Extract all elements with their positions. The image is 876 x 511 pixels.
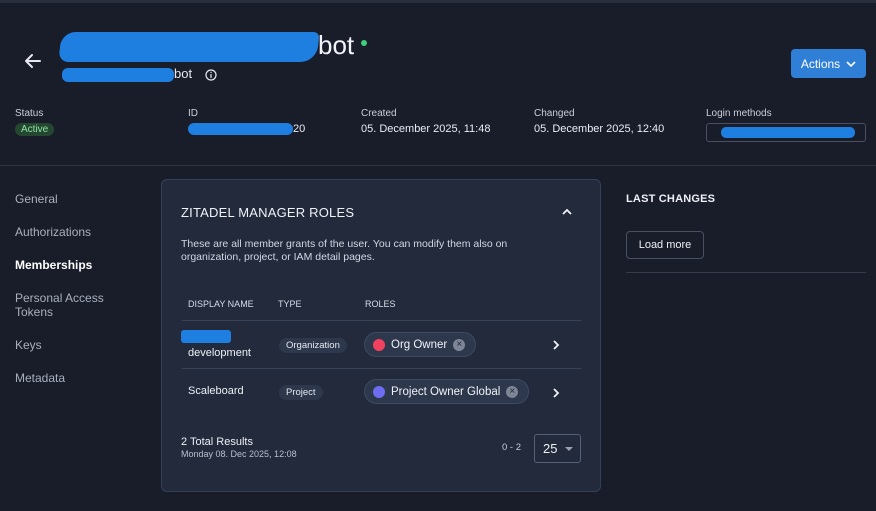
role-color-dot	[373, 338, 385, 351]
results-summary: 2 Total Results Monday 08. Dec 2025, 12:…	[181, 436, 297, 459]
row-display-name: development	[188, 347, 251, 359]
role-chip[interactable]: Project Owner Global ×	[364, 379, 529, 404]
results-timestamp: Monday 08. Dec 2025, 12:08	[181, 449, 297, 459]
role-label: Project Owner Global	[391, 385, 501, 398]
table-divider	[182, 368, 581, 369]
redacted-block	[58, 32, 320, 63]
pagination-range: 0 - 2	[502, 442, 522, 453]
chevron-down-icon	[846, 60, 856, 67]
card-description: These are all member grants of the user.…	[181, 238, 508, 263]
page-subtitle: bot	[62, 66, 192, 82]
id-label: ID	[188, 108, 198, 119]
nav-item-keys[interactable]: Keys	[15, 338, 145, 352]
role-color-dot	[373, 385, 385, 398]
title-suffix: bot	[318, 30, 355, 60]
actions-button[interactable]: Actions	[791, 49, 866, 78]
column-header-type[interactable]: TYPE	[278, 299, 302, 309]
id-suffix: 20	[293, 123, 306, 135]
header-divider	[0, 165, 876, 166]
subtitle-suffix: bot	[174, 66, 193, 81]
row-display-name: Scaleboard	[188, 385, 244, 397]
meta-login-methods: Login methods	[706, 108, 866, 142]
redacted-block	[188, 123, 293, 136]
nav-item-memberships[interactable]: Memberships	[15, 258, 145, 272]
meta-created: Created 05. December 2025, 11:48	[361, 108, 490, 135]
last-changes-divider	[626, 272, 866, 273]
nav-item-metadata[interactable]: Metadata	[15, 371, 145, 385]
page-title: bot	[58, 30, 355, 63]
chevron-right-icon[interactable]	[550, 338, 562, 352]
type-badge: Organization	[279, 338, 347, 353]
last-changes-title: LAST CHANGES	[626, 193, 716, 205]
chevron-right-icon[interactable]	[550, 386, 562, 400]
column-header-roles[interactable]: ROLES	[365, 299, 396, 309]
card-title: ZITADEL MANAGER ROLES	[181, 205, 355, 220]
changed-label: Changed	[534, 108, 575, 119]
status-badge: Active	[15, 123, 55, 136]
login-methods-field[interactable]	[706, 123, 866, 142]
role-label: Org Owner	[391, 338, 448, 351]
top-border	[0, 0, 876, 3]
page-size-select[interactable]: 25	[534, 434, 581, 463]
type-badge: Project	[279, 385, 323, 400]
nav-item-personal-access-tokens[interactable]: Personal Access Tokens	[15, 291, 115, 319]
caret-down-icon	[565, 446, 574, 451]
created-value: 05. December 2025, 11:48	[361, 123, 491, 135]
column-header-display-name[interactable]: DISPLAY NAME	[188, 299, 254, 309]
created-label: Created	[361, 108, 397, 119]
redacted-block	[62, 67, 174, 82]
table-divider	[182, 320, 581, 321]
meta-changed: Changed 05. December 2025, 12:40	[534, 108, 664, 135]
meta-status: Status Active	[15, 108, 55, 136]
meta-id: ID 20	[188, 108, 306, 136]
load-more-button[interactable]: Load more	[626, 231, 704, 259]
status-label: Status	[15, 108, 44, 119]
back-arrow-icon[interactable]	[22, 50, 44, 72]
actions-label: Actions	[800, 56, 841, 71]
nav-item-authorizations[interactable]: Authorizations	[15, 225, 145, 239]
manager-roles-card: ZITADEL MANAGER ROLES These are all memb…	[161, 179, 601, 492]
login-methods-label: Login methods	[706, 108, 772, 119]
redacted-block	[181, 330, 231, 343]
chevron-up-icon[interactable]	[559, 204, 575, 220]
info-icon[interactable]	[205, 68, 217, 81]
nav-item-general[interactable]: General	[15, 192, 145, 206]
remove-role-icon[interactable]: ×	[506, 385, 519, 398]
changed-value: 05. December 2025, 12:40	[534, 123, 665, 135]
redacted-block	[721, 127, 855, 138]
page-size-value: 25	[543, 441, 558, 456]
role-chip[interactable]: Org Owner ×	[364, 332, 476, 357]
online-status-dot	[361, 40, 367, 46]
side-nav: General Authorizations Memberships Perso…	[15, 192, 145, 404]
remove-role-icon[interactable]: ×	[453, 338, 466, 351]
total-results: 2 Total Results	[181, 436, 253, 448]
